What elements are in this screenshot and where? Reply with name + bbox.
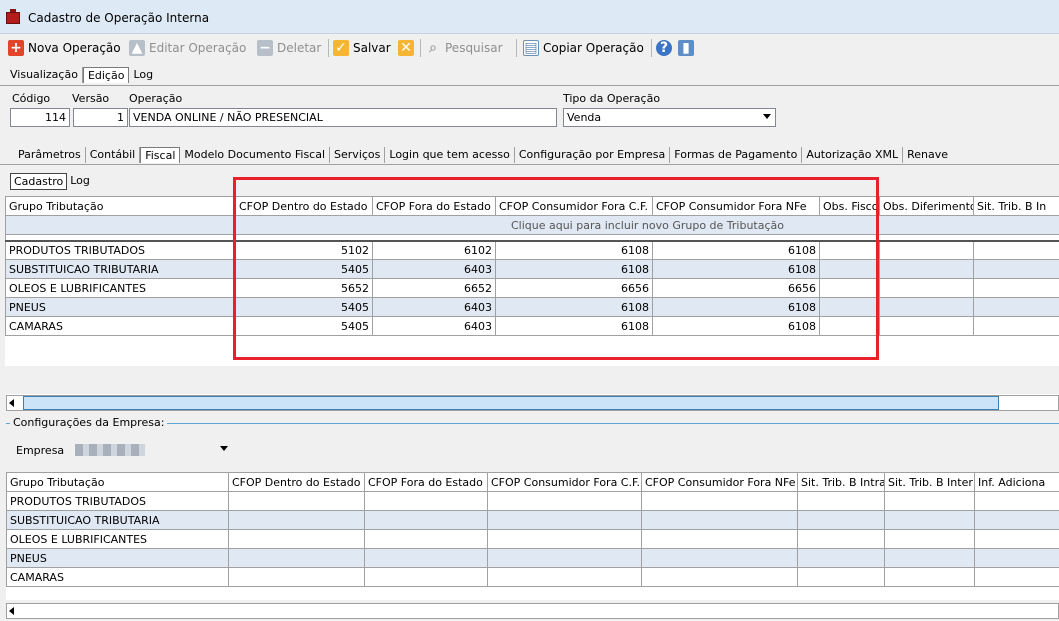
title-bar: Cadastro de Operação Interna [0,0,1059,34]
col-sit-trib-b-intra[interactable]: Sit. Trib. B Intra [797,472,885,492]
help-button[interactable]: ? [656,38,676,58]
grid2-horizontal-scrollbar[interactable] [6,603,1059,619]
codigo-field[interactable]: 114 [10,108,70,127]
window-title: Cadastro de Operação Interna [28,11,210,25]
col-sit-trib-b-intra[interactable]: Sit. Trib. B In [973,196,1059,216]
tab-cadastro[interactable]: Cadastro [10,173,68,190]
highlight-box [233,177,879,360]
search-icon: ⌕ [429,40,437,56]
sub-tabs: Cadastro Log [10,173,93,190]
edit-icon: ▲ [129,40,145,56]
copiar-operacao-button[interactable]: ▤ Copiar Operação [523,38,644,58]
section-tabs: Parâmetros Contábil Fiscal Modelo Docume… [14,147,952,163]
exit-door-icon: ▮ [678,40,694,56]
tab-modelo-documento-fiscal[interactable]: Modelo Documento Fiscal [180,147,331,163]
col-cfop-fora-estado[interactable]: CFOP Fora do Estado [364,472,488,492]
tab-parametros[interactable]: Parâmetros [14,147,86,163]
tab-login-acesso[interactable]: Login que tem acesso [385,147,515,163]
copy-icon: ▤ [523,40,539,56]
chevron-down-icon [220,446,228,451]
arrow-left-icon[interactable] [9,399,14,407]
tab-fiscal[interactable]: Fiscal [140,147,181,163]
tab-formas-pagamento[interactable]: Formas de Pagamento [670,147,803,163]
redacted-empresa-value [75,444,145,456]
arrow-left-icon[interactable] [9,607,14,615]
tab-log[interactable]: Log [129,67,157,83]
tab-contabil[interactable]: Contábil [86,147,141,163]
tab-renave[interactable]: Renave [903,147,952,163]
tab-sub-log[interactable]: Log [67,173,93,190]
col-cfop-dentro-estado[interactable]: CFOP Dentro do Estado [228,472,365,492]
table-row[interactable]: PNEUS [6,548,1059,568]
operacao-label: Operação [129,92,183,105]
col-cfop-consumidor-nfe[interactable]: CFOP Consumidor Fora NFe [641,472,798,492]
tab-autorizacao-xml[interactable]: Autorização XML [802,147,904,163]
main-tabs: Visualização Edição Log [6,67,157,83]
col-grupo-tributacao[interactable]: Grupo Tributação [6,472,229,492]
help-icon: ? [656,40,672,56]
exit-button[interactable]: ▮ [678,38,698,58]
codigo-label: Código [12,92,51,105]
empresa-grupo-tributacao-grid: Grupo Tributação CFOP Dentro do Estado C… [6,472,1059,587]
tab-visualizacao[interactable]: Visualização [6,67,83,83]
deletar-button[interactable]: − Deletar [257,38,321,58]
versao-field[interactable]: 1 [73,108,128,127]
plus-icon: + [8,40,24,56]
configuracoes-empresa-title: Configurações da Empresa: [10,416,168,429]
cancelar-button[interactable]: ✕ [398,38,418,58]
salvar-button[interactable]: ✓ Salvar [333,38,391,58]
table-row[interactable]: CAMARAS [6,567,1059,587]
pesquisar-button[interactable]: ⌕ Pesquisar [425,38,502,58]
tipo-operacao-select[interactable]: Venda [563,108,776,127]
check-icon: ✓ [333,40,349,56]
tab-edicao[interactable]: Edição [82,67,130,83]
table-row[interactable]: SUBSTITUICAO TRIBUTARIA [6,510,1059,530]
scrollbar-thumb[interactable] [23,396,999,410]
chevron-down-icon [763,114,771,119]
col-obs-diferimento[interactable]: Obs. Diferimento [879,196,974,216]
col-inf-adicional[interactable]: Inf. Adiciona [974,472,1059,492]
grid1-horizontal-scrollbar[interactable] [6,395,1059,411]
empresa-select[interactable] [72,441,232,460]
table-row[interactable]: OLEOS E LUBRIFICANTES [6,529,1059,549]
col-sit-trib-b-inter[interactable]: Sit. Trib. B Inter [884,472,975,492]
minus-icon: − [257,40,273,56]
nova-operacao-button[interactable]: + Nova Operação [8,38,121,58]
table-row[interactable]: PRODUTOS TRIBUTADOS [6,491,1059,511]
col-cfop-consumidor-cf[interactable]: CFOP Consumidor Fora C.F. [487,472,642,492]
toolbar: + Nova Operação ▲ Editar Operação − Dele… [0,35,1059,61]
col-grupo-tributacao[interactable]: Grupo Tributação [5,196,236,216]
empresa-label: Empresa [16,444,65,457]
app-icon [6,9,20,24]
close-icon: ✕ [398,40,414,56]
editar-operacao-button[interactable]: ▲ Editar Operação [129,38,246,58]
tab-servicos[interactable]: Serviços [330,147,386,163]
versao-label: Versão [72,92,110,105]
tipo-operacao-label: Tipo da Operação [563,92,661,105]
operacao-field[interactable]: VENDA ONLINE / NÃO PRESENCIAL [129,108,557,127]
tab-configuracao-empresa[interactable]: Configuração por Empresa [515,147,671,163]
